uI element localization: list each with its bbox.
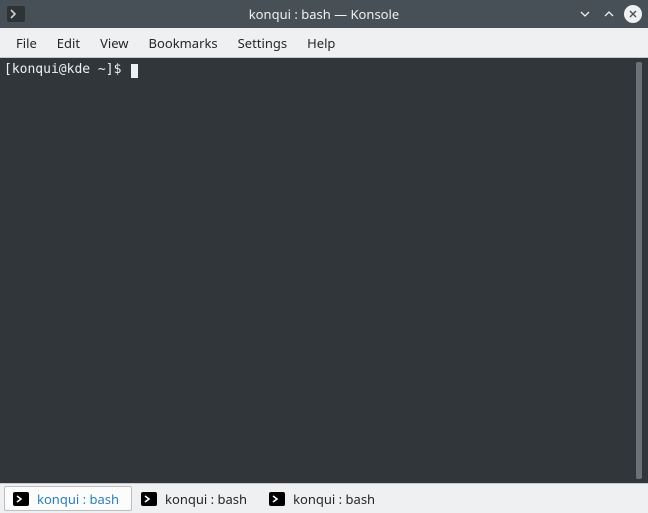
window-controls [576,5,648,23]
menu-help[interactable]: Help [297,30,345,56]
tab-label: konqui : bash [37,490,119,508]
prompt-icon [141,491,157,507]
window-title: konqui : bash — Konsole [0,5,648,23]
tab-label: konqui : bash [293,490,375,508]
prompt-icon [269,491,285,507]
prompt-icon [13,491,29,507]
terminal-wrapper: [konqui@kde ~]$ [0,58,648,483]
tab-0[interactable]: konqui : bash [4,486,132,511]
menu-edit[interactable]: Edit [47,30,90,56]
chevron-up-icon [602,7,616,21]
minimize-button[interactable] [576,5,594,23]
menu-bookmarks[interactable]: Bookmarks [139,30,228,56]
app-icon [4,4,28,24]
titlebar: konqui : bash — Konsole [0,0,648,28]
maximize-button[interactable] [600,5,618,23]
menu-file[interactable]: File [6,30,47,56]
menubar: File Edit View Bookmarks Settings Help [0,28,648,58]
menu-settings[interactable]: Settings [228,30,297,56]
tab-label: konqui : bash [165,490,247,508]
scrollbar[interactable] [636,62,642,479]
prompt-text: [konqui@kde ~]$ [4,62,129,77]
tab-1[interactable]: konqui : bash [132,486,260,511]
chevron-down-icon [578,7,592,21]
terminal-area[interactable]: [konqui@kde ~]$ [4,62,634,479]
tabbar: konqui : bash konqui : bash konqui : bas… [0,483,648,513]
cursor [131,64,138,78]
menu-view[interactable]: View [90,30,138,56]
close-icon [627,8,639,20]
close-button[interactable] [624,5,642,23]
tab-2[interactable]: konqui : bash [260,486,388,511]
